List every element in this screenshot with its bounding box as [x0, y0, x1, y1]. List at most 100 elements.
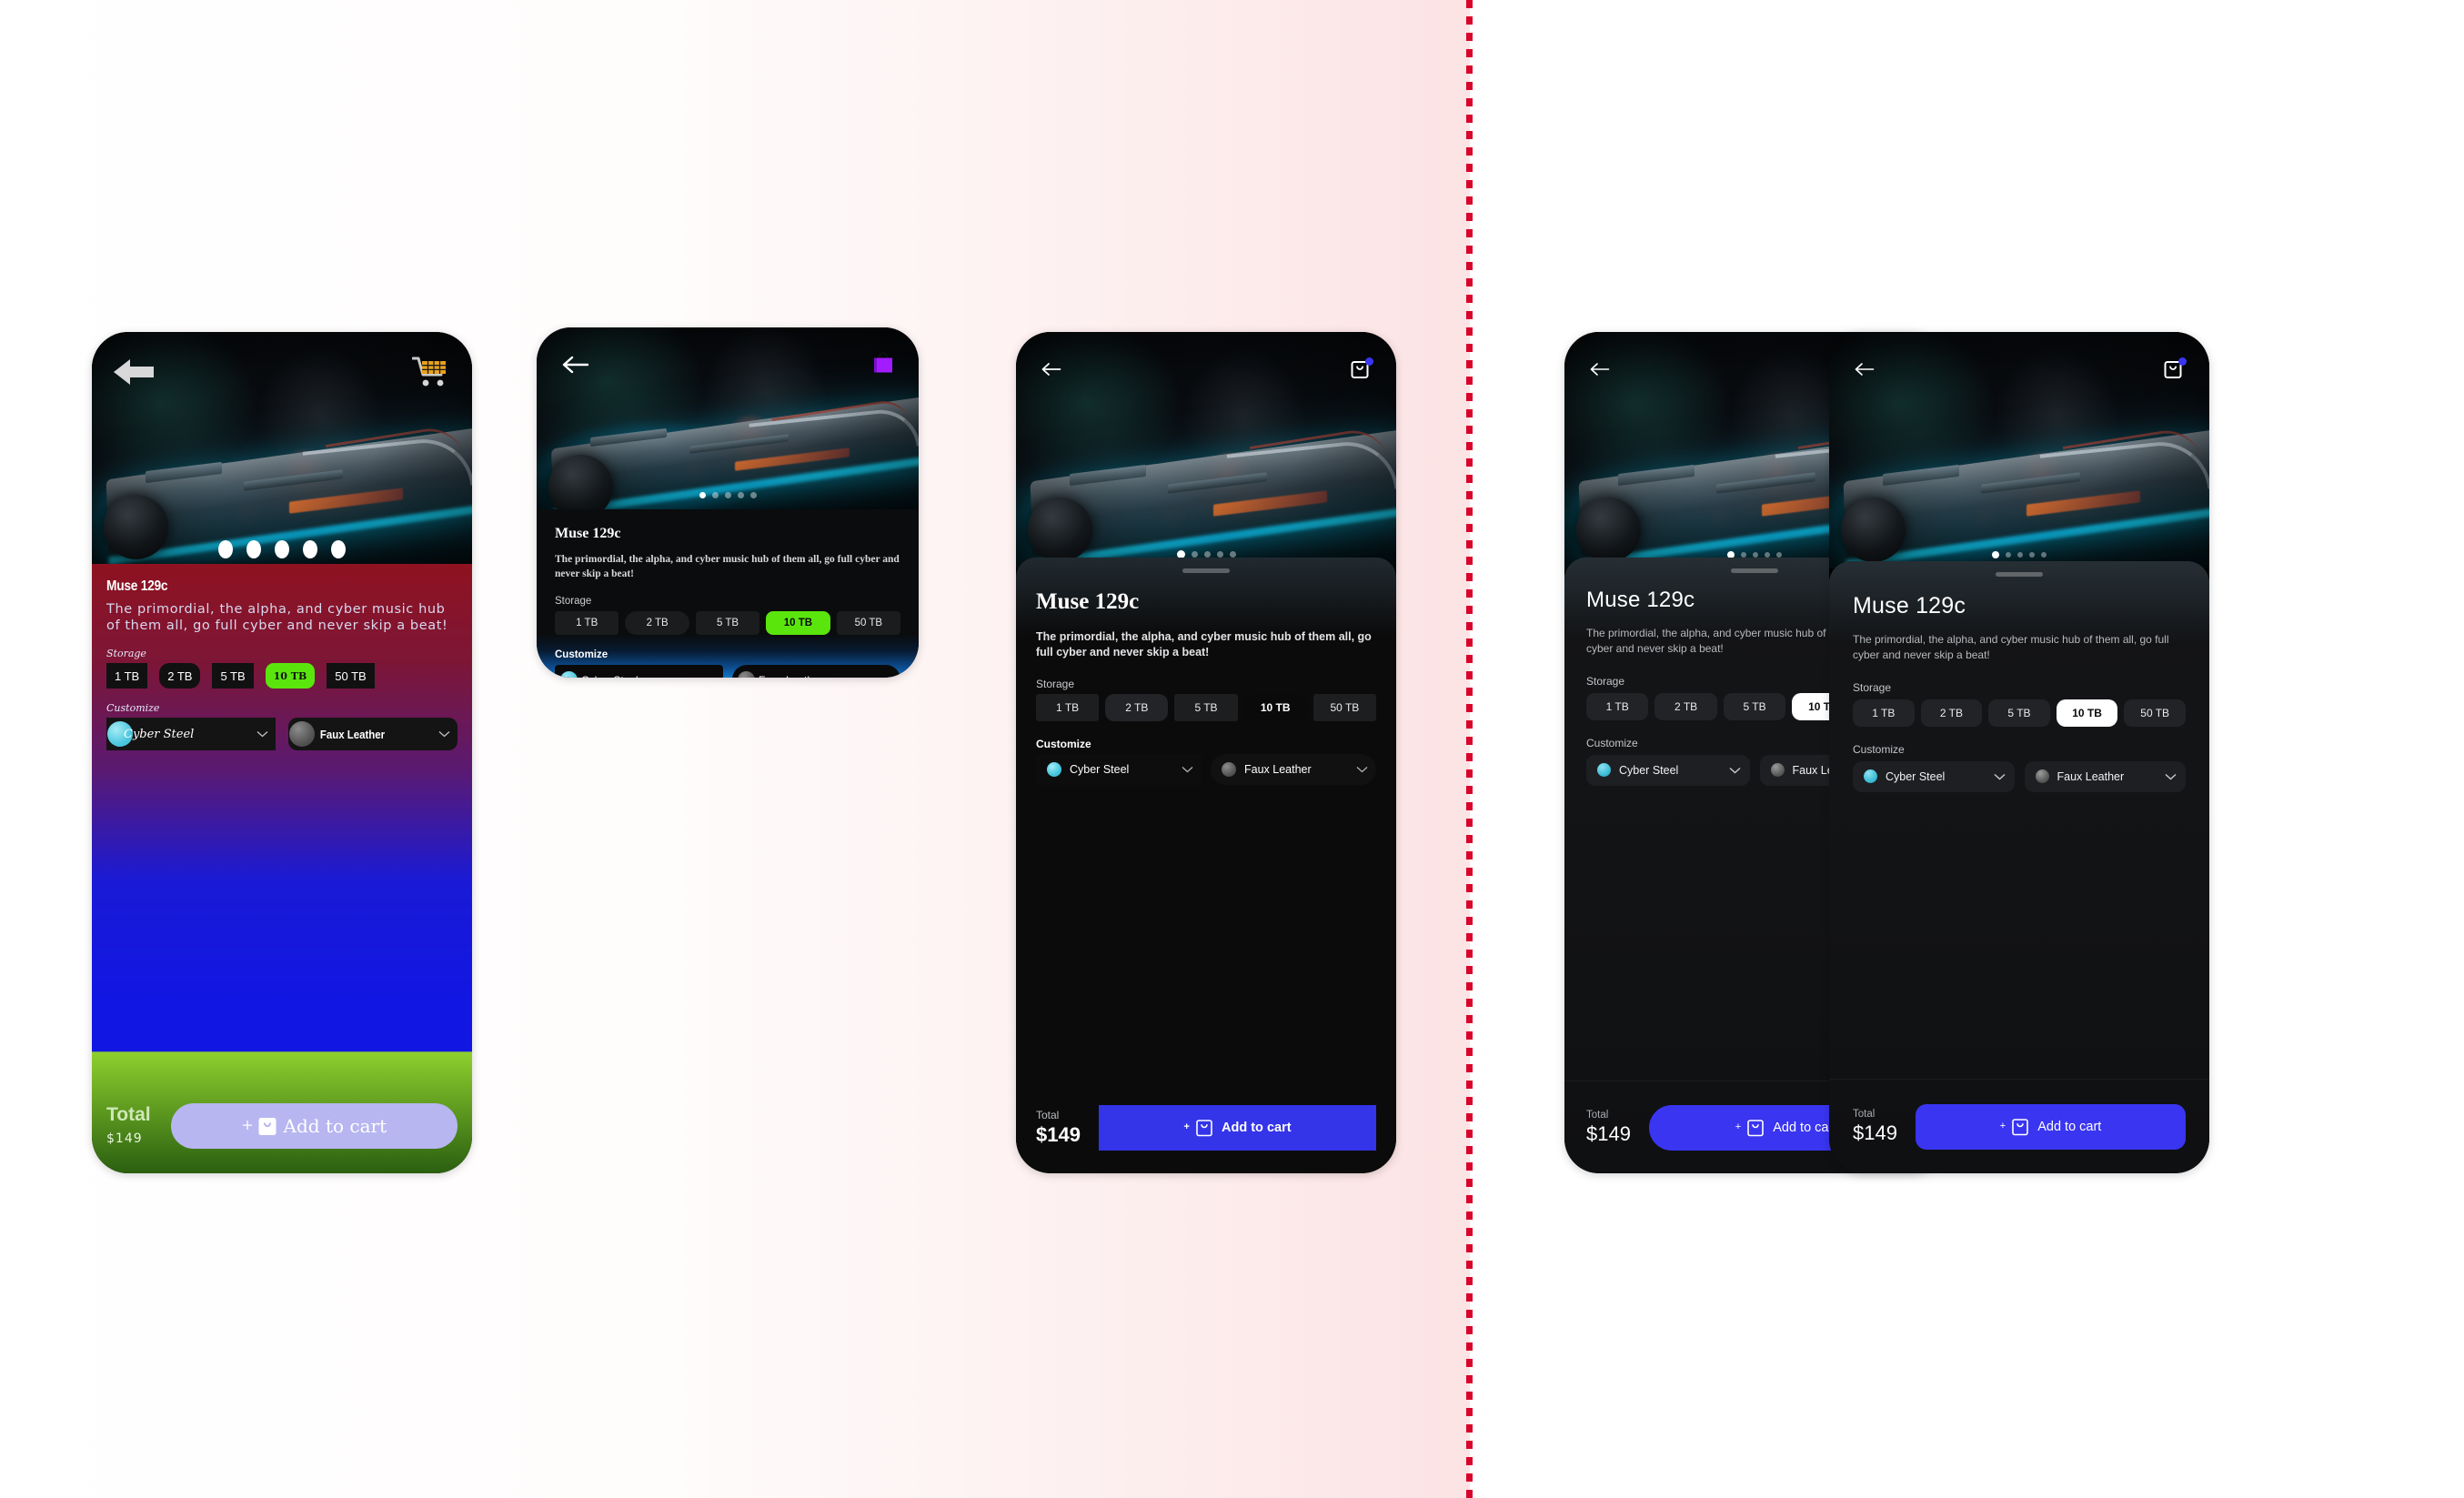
storage-chip-2tb[interactable]: 2 TB — [1105, 694, 1169, 722]
storage-chip-1tb[interactable]: 1 TB — [106, 663, 148, 689]
storage-chip-10tb-selected[interactable]: 10 TB — [766, 611, 830, 636]
chevron-down-icon — [1356, 767, 1368, 773]
hero-header-1 — [92, 332, 472, 392]
storage-chip-1tb[interactable]: 1 TB — [555, 611, 619, 636]
carousel-dot[interactable] — [737, 492, 744, 498]
back-arrow-icon[interactable] — [110, 352, 159, 392]
carousel-dot-active[interactable] — [1992, 551, 1999, 558]
carousel-dot[interactable] — [1203, 551, 1211, 558]
sheet-grabber-handle[interactable] — [1731, 568, 1778, 573]
material-select-cyber-steel[interactable]: Cyber Steel — [1853, 760, 2015, 792]
storage-chip-50tb[interactable]: 50 TB — [2124, 699, 2186, 727]
back-arrow-icon[interactable] — [1588, 358, 1612, 380]
carousel-dot[interactable] — [218, 540, 233, 558]
material-select-group: Cyber Steel Faux Leather — [555, 665, 900, 678]
add-to-cart-label: Add to cart — [2037, 1119, 2102, 1134]
purchase-footer-3: Total $149 + Add to cart — [1016, 1082, 1396, 1173]
total-block: Total $149 — [1586, 1110, 1631, 1146]
material-name: Cyber Steel — [1619, 763, 1679, 777]
carousel-dot[interactable] — [2029, 552, 2035, 558]
carousel-dot[interactable] — [749, 492, 757, 498]
storage-chip-10tb-selected[interactable]: 10 TB — [265, 663, 316, 689]
storage-chip-5tb[interactable]: 5 TB — [1723, 692, 1786, 720]
carousel-dot[interactable] — [724, 492, 731, 498]
material-select-group: Cyber Steel Faux Leather — [1036, 754, 1376, 786]
total-block: Total $149 — [1036, 1109, 1081, 1147]
carousel-dot[interactable] — [246, 540, 261, 558]
material-name: Faux Leather — [759, 674, 823, 678]
carousel-dots-5[interactable] — [1829, 551, 2209, 558]
carousel-dots-1[interactable] — [92, 540, 472, 558]
carousel-dot[interactable] — [331, 540, 346, 558]
storage-chip-1tb[interactable]: 1 TB — [1853, 699, 1915, 727]
shopping-bag-icon[interactable] — [1349, 357, 1373, 381]
storage-chip-10tb-selected[interactable]: 10 TB — [1243, 694, 1307, 722]
phone-mockup-1: Muse 129c The primordial, the alpha, and… — [92, 332, 472, 1173]
storage-chip-50tb[interactable]: 50 TB — [836, 611, 901, 636]
material-select-faux-leather[interactable]: Faux Leather — [1211, 754, 1376, 786]
back-arrow-icon[interactable] — [1040, 358, 1063, 380]
customize-label: Customize — [106, 702, 160, 715]
storage-chip-5tb[interactable]: 5 TB — [695, 611, 760, 636]
storage-chip-2tb[interactable]: 2 TB — [625, 611, 689, 636]
plus-sign: + — [1735, 1121, 1742, 1132]
material-name: Faux Leather — [319, 727, 386, 741]
carousel-dot-active[interactable] — [275, 540, 289, 558]
shopping-cart-icon[interactable] — [410, 354, 450, 390]
material-select-cyber-steel[interactable]: Cyber Steel — [1036, 754, 1202, 786]
total-value: $149 — [1036, 1123, 1081, 1146]
storage-chip-50tb[interactable]: 50 TB — [1312, 694, 1377, 722]
carousel-dot[interactable] — [1216, 551, 1223, 558]
carousel-dots-2[interactable] — [537, 492, 919, 498]
phone-mockup-3: Muse 129c The primordial, the alpha, and… — [1016, 332, 1396, 1173]
storage-chip-1tb[interactable]: 1 TB — [1036, 694, 1100, 722]
back-arrow-icon[interactable] — [1853, 358, 1876, 380]
material-name: Faux Leather — [2057, 769, 2125, 783]
material-select-faux-leather[interactable]: Faux Leather — [732, 665, 900, 678]
storage-chip-2tb[interactable]: 2 TB — [159, 663, 201, 689]
color-swatch-faux-leather — [738, 671, 755, 678]
carousel-dot[interactable] — [303, 540, 317, 558]
hero-header-5 — [1829, 332, 2209, 381]
material-select-faux-leather[interactable]: Faux Leather — [2024, 760, 2186, 792]
page-title: Muse 129c — [1036, 589, 1140, 614]
add-to-cart-button[interactable]: + Add to cart — [170, 1102, 458, 1149]
storage-chip-2tb[interactable]: 2 TB — [1920, 699, 1983, 727]
storage-label: Storage — [1036, 678, 1075, 691]
storage-chip-5tb[interactable]: 5 TB — [212, 663, 254, 689]
carousel-dot-active[interactable] — [699, 492, 706, 498]
back-arrow-glyph — [1855, 363, 1875, 376]
carousel-dot[interactable] — [1229, 551, 1236, 558]
shopping-bag-icon[interactable] — [2162, 357, 2187, 381]
material-select-cyber-steel[interactable]: Cyber Steel — [555, 665, 723, 678]
add-to-cart-button[interactable]: + Add to cart — [1915, 1103, 2186, 1150]
storage-chip-2tb[interactable]: 2 TB — [1654, 692, 1717, 720]
phone-mockup-5: Muse 129c The primordial, the alpha, and… — [1829, 332, 2209, 1173]
carousel-dot[interactable] — [1191, 551, 1198, 558]
sheet-grabber-handle[interactable] — [1182, 568, 1230, 573]
carousel-dot[interactable] — [2041, 552, 2047, 558]
material-select-group: Cyber Steel Faux Leather — [1853, 760, 2186, 792]
total-value: $149 — [106, 1131, 143, 1146]
add-to-cart-label: Add to cart — [1222, 1121, 1292, 1135]
back-arrow-glyph — [1041, 363, 1061, 376]
add-to-cart-button[interactable]: + Add to cart — [1098, 1105, 1376, 1151]
material-select-group: Cyber Steel Faux Leather — [106, 718, 458, 751]
back-arrow-glyph — [562, 356, 589, 374]
sheet-grabber-handle[interactable] — [1996, 572, 2043, 577]
material-select-cyber-steel[interactable]: Cyber Steel — [106, 718, 276, 751]
carousel-dot[interactable] — [711, 492, 719, 498]
storage-chip-10tb-selected[interactable]: 10 TB — [2056, 699, 2118, 727]
back-arrow-glyph — [114, 359, 154, 385]
storage-chip-5tb[interactable]: 5 TB — [1988, 699, 2050, 727]
back-arrow-icon[interactable] — [560, 352, 591, 377]
storage-chip-1tb[interactable]: 1 TB — [1586, 692, 1649, 720]
storage-chip-5tb[interactable]: 5 TB — [1174, 694, 1238, 722]
hero-header-3 — [1016, 332, 1396, 381]
carousel-dot[interactable] — [2017, 552, 2023, 558]
material-select-cyber-steel[interactable]: Cyber Steel — [1586, 754, 1750, 786]
material-select-faux-leather[interactable]: Faux Leather — [288, 718, 458, 751]
storage-chip-50tb[interactable]: 50 TB — [327, 663, 375, 689]
carousel-dot[interactable] — [2006, 552, 2011, 558]
shopping-bag-icon[interactable] — [871, 351, 895, 378]
